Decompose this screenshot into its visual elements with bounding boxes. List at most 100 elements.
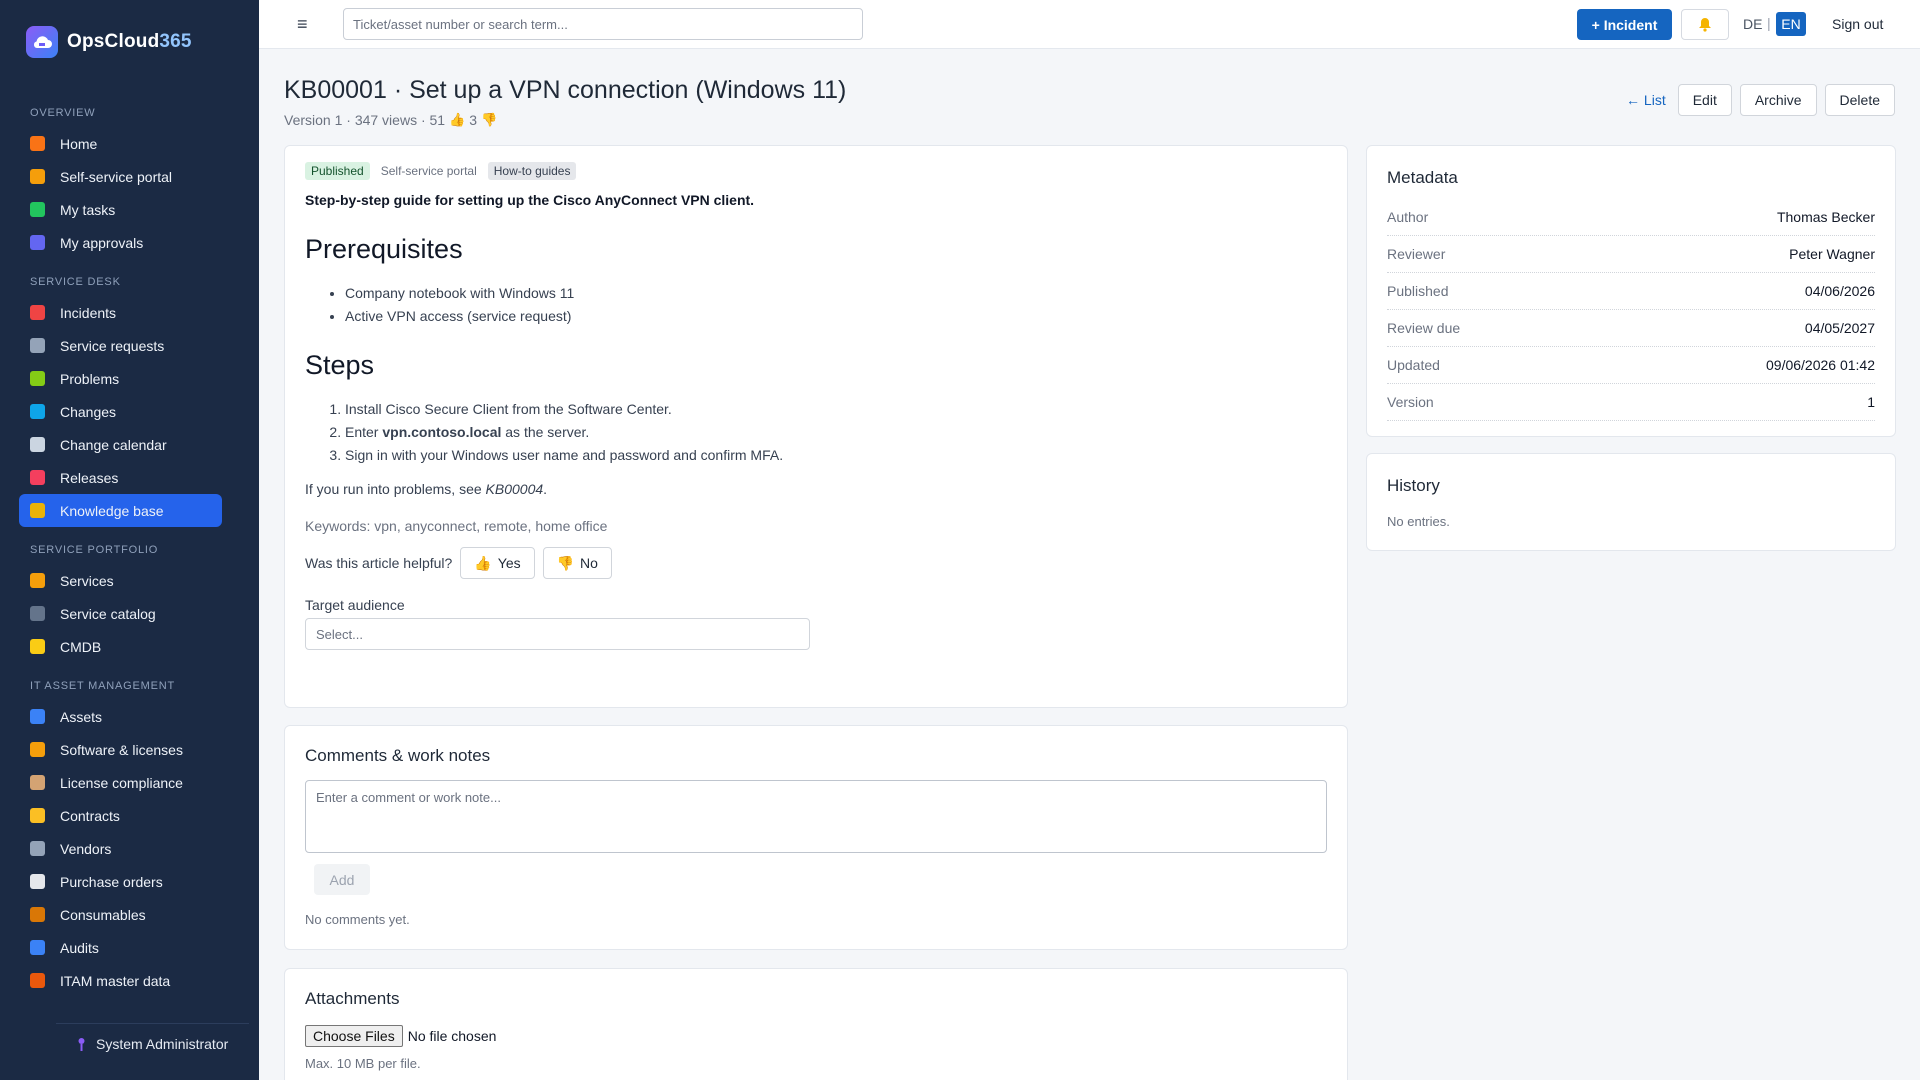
- list-item: Company notebook with Windows 11: [345, 282, 1327, 305]
- brand[interactable]: OpsCloud365: [0, 0, 259, 84]
- sidebar-item-label: Services: [60, 572, 114, 589]
- prerequisites-heading: Prerequisites: [305, 234, 463, 264]
- sidebar-item-cmdb[interactable]: CMDB: [19, 630, 222, 663]
- file-status: No file chosen: [407, 1028, 497, 1044]
- back-to-list-link[interactable]: ← List: [1626, 92, 1666, 108]
- comment-input[interactable]: [305, 780, 1327, 853]
- feedback-label: Was this article helpful?: [305, 555, 453, 571]
- sidebar-item-label: Assets: [60, 708, 103, 725]
- attachment-hint: Max. 10 MB per file.: [305, 1056, 421, 1071]
- nav-section-heading: IT ASSET MANAGEMENT: [30, 680, 175, 692]
- topbar: ≡ + Incident DE | EN Sign out: [259, 0, 1920, 49]
- books-icon: [30, 503, 45, 518]
- sidebar-item-contracts[interactable]: Contracts: [19, 799, 222, 832]
- user-name: System Administrator: [96, 1035, 229, 1052]
- attachments-title: Attachments: [305, 989, 400, 1008]
- notifications-button[interactable]: [1681, 9, 1729, 40]
- sidebar-item-service-catalog[interactable]: Service catalog: [19, 597, 222, 630]
- metadata-row: Updated 09/06/2026 01:42: [1387, 347, 1875, 384]
- sign-out-link[interactable]: Sign out: [1832, 16, 1883, 32]
- sidebar-item-label: Problems: [60, 370, 120, 387]
- sidebar-item-consumables[interactable]: Consumables: [19, 898, 222, 931]
- sidebar-item-label: Contracts: [60, 807, 120, 824]
- sidebar-item-changes[interactable]: Changes: [19, 395, 222, 428]
- sidebar-item-audits[interactable]: Audits: [19, 931, 222, 964]
- sidebar-item-problems[interactable]: Problems: [19, 362, 222, 395]
- new-incident-button[interactable]: + Incident: [1577, 9, 1672, 40]
- current-user[interactable]: System Administrator: [56, 1023, 249, 1063]
- laptop-icon: [30, 709, 45, 724]
- feedback-row: Was this article helpful? 👍 Yes 👎 No: [305, 547, 1327, 579]
- sidebar-item-self-service-portal[interactable]: Self-service portal: [19, 160, 222, 193]
- lang-en-button[interactable]: EN: [1776, 12, 1806, 36]
- sidebar-item-label: Consumables: [60, 906, 146, 923]
- delete-button[interactable]: Delete: [1824, 84, 1895, 116]
- sidebar-nav: OVERVIEW Home Self-service portal My tasks M…: [0, 102, 259, 997]
- sidebar-item-service-requests[interactable]: Service requests: [19, 329, 222, 362]
- metadata-key: Reviewer: [1387, 246, 1446, 262]
- metadata-value: 04/06/2026: [1804, 283, 1875, 299]
- sidebar-item-purchase-orders[interactable]: Purchase orders: [19, 865, 222, 898]
- audience-label: Target audience: [305, 597, 405, 613]
- sidebar-item-label: My approvals: [60, 234, 144, 251]
- sidebar-item-my-approvals[interactable]: My approvals: [19, 226, 222, 259]
- metadata-row: Author Thomas Becker: [1387, 199, 1875, 236]
- sidebar-item-releases[interactable]: Releases: [19, 461, 222, 494]
- status-badge: Published: [305, 162, 370, 180]
- edit-button[interactable]: Edit: [1677, 84, 1732, 116]
- sidebar: OpsCloud365 OVERVIEW Home Self-service por…: [0, 0, 259, 1080]
- bell-icon: [1699, 18, 1711, 32]
- brand-name: OpsCloud365: [67, 31, 192, 52]
- history-card: History No entries.: [1366, 453, 1896, 551]
- sidebar-item-home[interactable]: Home: [19, 127, 222, 160]
- sidebar-item-label: Software & licenses: [60, 741, 183, 758]
- search-input[interactable]: [343, 8, 863, 40]
- lang-de-link[interactable]: DE: [1743, 16, 1762, 32]
- thumbs-up-icon: 👍: [474, 554, 492, 571]
- sidebar-item-label: Releases: [60, 469, 119, 486]
- sidebar-item-incidents[interactable]: Incidents: [19, 296, 222, 329]
- receipt-icon: [30, 874, 45, 889]
- sidebar-item-label: License compliance: [60, 774, 183, 791]
- sidebar-item-my-tasks[interactable]: My tasks: [19, 193, 222, 226]
- list-item: Sign in with your Windows user name and …: [345, 444, 1327, 467]
- kb-reference: KB00004: [485, 481, 544, 497]
- audience-select[interactable]: Select...: [305, 618, 810, 650]
- downvote-count: 3: [469, 112, 478, 128]
- metadata-key: Author: [1387, 209, 1429, 225]
- problems-note: If you run into problems, see KB00004.: [305, 481, 548, 497]
- metadata-row: Review due 04/05/2027: [1387, 310, 1875, 347]
- metadata-key: Version: [1387, 394, 1434, 410]
- sidebar-item-services[interactable]: Services: [19, 564, 222, 597]
- comments-title: Comments & work notes: [305, 746, 491, 765]
- person-icon: [30, 169, 45, 184]
- metadata-value: Thomas Becker: [1776, 209, 1875, 225]
- disc-icon: [30, 742, 45, 757]
- sidebar-item-knowledge-base[interactable]: Knowledge base: [19, 494, 222, 527]
- metadata-key: Review due: [1387, 320, 1461, 336]
- archive-button[interactable]: Archive: [1739, 84, 1817, 116]
- sidebar-item-label: Knowledge base: [60, 502, 164, 519]
- add-comment-button[interactable]: Add: [314, 864, 370, 895]
- sidebar-item-license-compliance[interactable]: License compliance: [19, 766, 222, 799]
- bell-service-icon: [30, 573, 45, 588]
- sidebar-item-label: Self-service portal: [60, 168, 173, 185]
- checkbox-icon: [30, 202, 45, 217]
- sidebar-item-software-licenses[interactable]: Software & licenses: [19, 733, 222, 766]
- article-card: Published Self-service portal How-to gui…: [284, 145, 1348, 708]
- metadata-value: 1: [1867, 394, 1875, 410]
- sidebar-item-itam-master-data[interactable]: ITAM master data: [19, 964, 222, 997]
- sidebar-item-change-calendar[interactable]: Change calendar: [19, 428, 222, 461]
- menu-icon[interactable]: ≡: [297, 14, 308, 35]
- helpful-no-button[interactable]: 👎 No: [542, 547, 612, 579]
- choose-files-button[interactable]: Choose Files: [305, 1025, 403, 1047]
- sidebar-item-label: Audits: [60, 939, 99, 956]
- comments-card: Comments & work notes Add No comments ye…: [284, 725, 1348, 950]
- thumbs-up-icon: 👍: [449, 112, 466, 127]
- list-item: Install Cisco Secure Client from the Sof…: [345, 398, 1327, 421]
- metadata-value: Peter Wagner: [1789, 246, 1875, 262]
- metadata-title: Metadata: [1387, 168, 1458, 187]
- sidebar-item-assets[interactable]: Assets: [19, 700, 222, 733]
- helpful-yes-button[interactable]: 👍 Yes: [460, 547, 535, 579]
- sidebar-item-vendors[interactable]: Vendors: [19, 832, 222, 865]
